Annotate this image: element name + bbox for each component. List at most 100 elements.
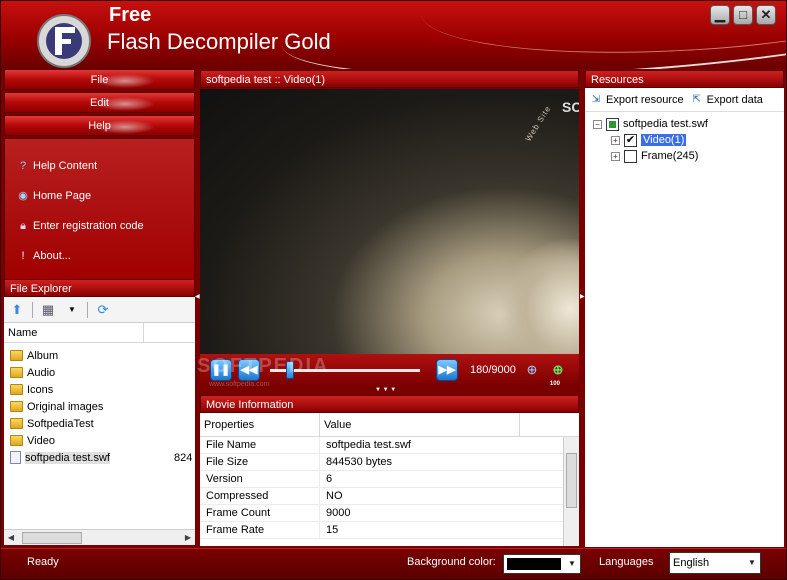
tree-root[interactable]: − softpedia test.swf [593,116,784,132]
menu-edit-button[interactable]: Edit [4,92,195,113]
help-icon: ? [19,160,27,172]
list-item[interactable]: SoftpediaTest [4,415,195,432]
movie-information-panel: Movie Information Properties Value File … [200,395,579,547]
file-explorer-toolbar: ⬆ ▦ ▼ ⟳ [4,297,195,323]
table-row: Frame Rate 15 [200,522,579,539]
collapse-icon[interactable]: − [593,119,602,129]
list-item[interactable]: Video [4,432,195,449]
language-select[interactable]: English ▼ [669,552,761,574]
refresh-icon[interactable]: ⟳ [94,301,112,319]
scroll-left-icon[interactable]: ◀ [4,531,18,545]
movie-information-title: Movie Information [200,395,579,413]
list-item-selected[interactable]: softpedia test.swf 824 [4,449,195,466]
window-controls: ▁ □ ✕ [710,5,776,25]
splitter-handle[interactable]: ▼ ▼ ▼ [375,387,396,393]
list-item-label: Album [27,349,59,362]
property-name: Frame Count [200,505,320,521]
list-item[interactable]: Album [4,347,195,364]
export-resource-button[interactable]: ⇲ Export resource [589,93,684,107]
app-title: Flash Decompiler Gold [107,29,331,54]
expand-icon[interactable]: + [611,135,620,145]
swf-file-icon [606,117,619,131]
info-icon: ! [21,250,25,262]
list-item[interactable]: Audio [4,364,195,381]
resources-body: ⇲ Export resource ⇱ Export data − softpe… [585,88,784,547]
help-content-link[interactable]: ? Help Content [5,151,194,181]
language-select-value: English [673,557,710,569]
menu-help-button[interactable]: Help [4,115,195,136]
table-row: Version 6 [200,471,579,488]
tree-item-frame[interactable]: + Frame(245) [593,148,784,164]
property-name: Version [200,471,320,487]
file-explorer-title: File Explorer [4,279,195,297]
background-color-select[interactable]: ▼ [503,554,581,574]
table-row: File Size 844530 bytes [200,454,579,471]
watermark-text: SOFTPEDIA [197,355,330,377]
folder-icon [10,401,23,412]
list-item-label: softpedia test.swf [25,451,110,464]
movie-information-table: Properties Value File Name softpedia test… [200,413,579,546]
frame-checkbox[interactable] [624,149,637,163]
left-splitter-handle[interactable]: ◀ [195,293,200,300]
property-name: File Name [200,437,320,453]
toolbar-separator [32,301,33,318]
properties-column-header[interactable]: Properties [200,413,320,436]
chevron-down-icon[interactable]: ▼ [564,555,580,573]
file-list: Album Audio Icons Original images Softpe… [4,343,195,529]
name-column-header[interactable]: Name [4,323,144,342]
table-row: Frame Count 9000 [200,505,579,522]
list-item[interactable]: Icons [4,381,195,398]
video-checkbox[interactable]: ✔ [624,133,637,147]
view-mode-icon[interactable]: ▦ [39,301,57,319]
tree-item-label: Frame(245) [641,150,699,162]
video-frame-curved-text: Web Site [523,104,553,143]
close-button[interactable]: ✕ [756,5,776,25]
export-data-icon: ⇱ [692,93,701,105]
tree-item-video[interactable]: + ✔ Video(1) [593,132,784,148]
video-frame-highlight [500,239,579,354]
video-preview[interactable]: Web Site SC [200,89,579,354]
enter-registration-link[interactable]: 🔒︎ Enter registration code [5,211,194,241]
view-dropdown-chevron-down-icon[interactable]: ▼ [63,301,81,319]
file-list-horizontal-scrollbar[interactable]: ◀ ▶ [4,529,195,545]
preview-title: softpedia test :: Video(1) [200,70,579,88]
resources-title: Resources [585,70,784,88]
export-data-button[interactable]: ⇱ Export data [690,93,762,107]
file-explorer-panel: File Explorer ⬆ ▦ ▼ ⟳ Name Album Audio I… [4,279,195,547]
menu-file-button[interactable]: File [4,69,195,90]
background-color-label: Background color: [407,556,496,568]
resource-tree: − softpedia test.swf + ✔ Video(1) + Fram… [585,112,784,164]
video-frame-text: SC [562,99,579,115]
folder-icon [10,418,23,429]
fast-forward-icon[interactable]: ▶▶ [436,359,458,381]
folder-icon [10,367,23,378]
zoom-100-icon[interactable]: ⊕ 100 [548,360,568,387]
chevron-down-icon[interactable]: ▼ [744,554,760,572]
up-folder-icon[interactable]: ⬆ [8,301,26,319]
property-value: NO [326,490,343,502]
file-list-header: Name [4,323,195,343]
frame-counter: 180/9000 [470,364,516,376]
list-item-label: SoftpediaTest [27,417,94,430]
enter-registration-label: Enter registration code [33,220,144,232]
help-menu-box: ? Help Content ◉ Home Page 🔒︎ Enter regi… [4,138,195,280]
scroll-right-icon[interactable]: ▶ [181,531,195,545]
table-row: File Name softpedia test.swf [200,437,579,454]
movie-information-vertical-scrollbar[interactable] [563,437,579,546]
list-item[interactable]: Original images [4,398,195,415]
scrollbar-thumb[interactable] [22,531,82,544]
tree-root-label: softpedia test.swf [623,118,708,130]
about-link[interactable]: ! About... [5,241,194,271]
expand-icon[interactable]: + [611,151,620,161]
right-splitter-handle[interactable]: ▶ [580,293,585,300]
background-color-swatch [507,558,561,570]
export-resource-icon: ⇲ [591,93,601,105]
minimize-button[interactable]: ▁ [710,5,730,25]
scrollbar-thumb[interactable] [566,453,577,508]
value-column-header[interactable]: Value [320,413,520,436]
home-page-link[interactable]: ◉ Home Page [5,181,194,211]
zoom-in-icon[interactable]: ⊕ [522,360,542,380]
list-item-label: Audio [27,366,56,379]
app-title-edition: Free [109,4,152,26]
maximize-button[interactable]: □ [733,5,753,25]
